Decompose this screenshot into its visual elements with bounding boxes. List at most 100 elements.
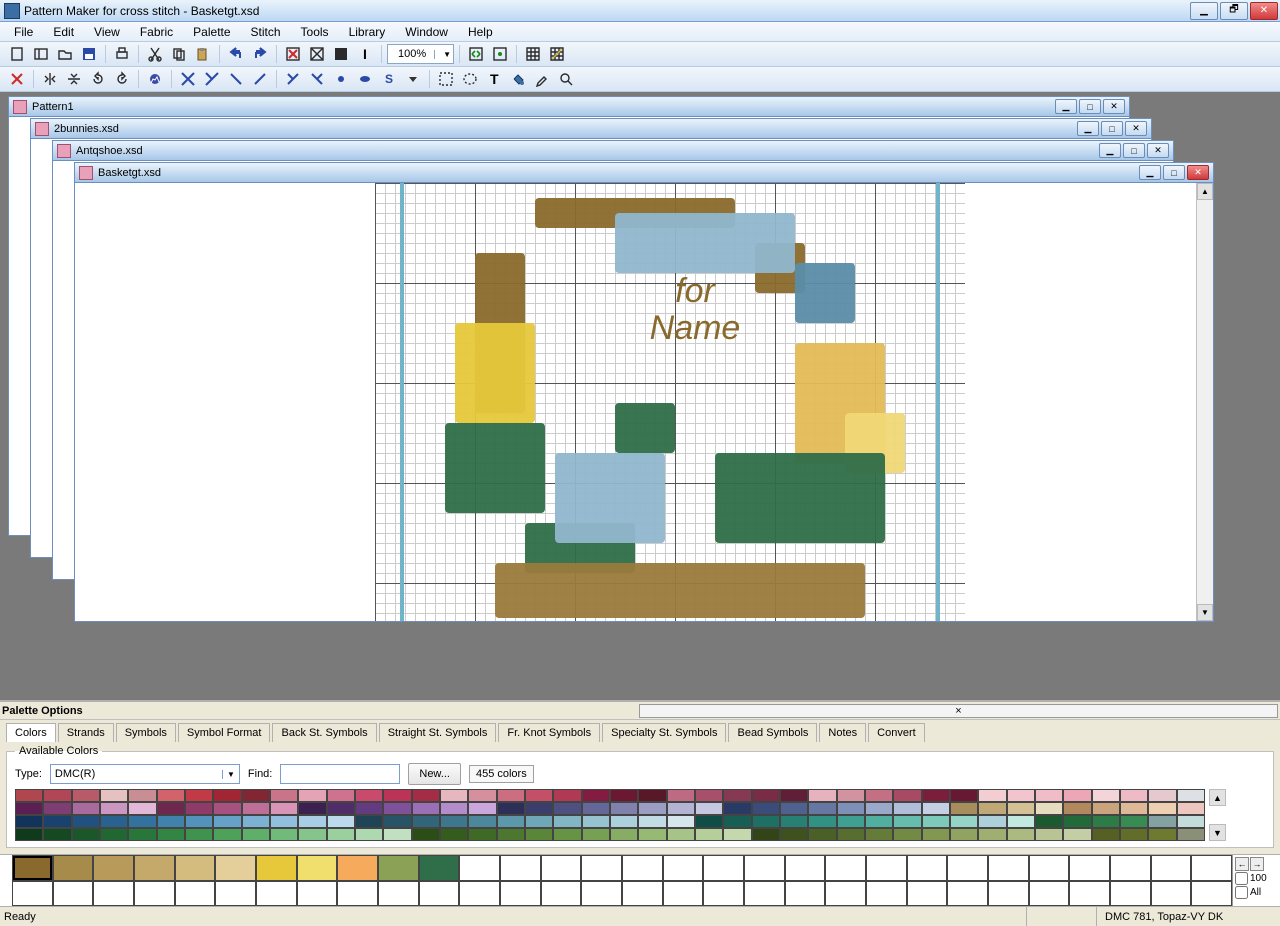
color-swatch[interactable] <box>72 815 100 828</box>
color-swatch[interactable] <box>723 828 751 841</box>
color-swatch[interactable] <box>1007 789 1035 802</box>
full-stitch-tool[interactable] <box>177 68 199 90</box>
flip-h-button[interactable] <box>39 68 61 90</box>
menu-palette[interactable]: Palette <box>183 23 240 41</box>
color-swatch[interactable] <box>440 815 468 828</box>
color-swatch[interactable] <box>128 828 156 841</box>
color-swatch[interactable] <box>667 828 695 841</box>
color-swatch[interactable] <box>468 815 496 828</box>
used-color-slot[interactable] <box>459 881 500 907</box>
color-swatch[interactable] <box>1148 828 1176 841</box>
open-button[interactable] <box>54 43 76 65</box>
rotate-ccw-button[interactable] <box>111 68 133 90</box>
mdi-maximize-button[interactable]: □ <box>1163 165 1185 180</box>
color-swatch[interactable] <box>638 802 666 815</box>
color-swatch[interactable] <box>1148 815 1176 828</box>
used-color-slot[interactable] <box>988 855 1029 881</box>
used-color-slot[interactable] <box>12 855 53 881</box>
tab-backst[interactable]: Back St. Symbols <box>272 723 376 742</box>
rulers-toggle-button[interactable] <box>546 43 568 65</box>
menu-stitch[interactable]: Stitch <box>241 23 291 41</box>
mdi-minimize-button[interactable]: ▁ <box>1055 99 1077 114</box>
color-swatch[interactable] <box>1063 815 1091 828</box>
color-swatch[interactable] <box>865 802 893 815</box>
color-swatch[interactable] <box>780 815 808 828</box>
used-color-slot[interactable] <box>1191 881 1232 907</box>
color-swatch[interactable] <box>1092 828 1120 841</box>
color-swatch[interactable] <box>412 815 440 828</box>
used-color-slot[interactable] <box>622 855 663 881</box>
color-swatch[interactable] <box>213 802 241 815</box>
palette-prev-button[interactable]: ← <box>1235 857 1249 871</box>
color-swatch[interactable] <box>270 828 298 841</box>
color-swatch[interactable] <box>72 789 100 802</box>
color-swatch[interactable] <box>157 802 185 815</box>
quarter-stitch-tool[interactable] <box>282 68 304 90</box>
color-swatch[interactable] <box>213 815 241 828</box>
color-swatch[interactable] <box>638 828 666 841</box>
find-input[interactable] <box>280 764 400 784</box>
zoom-tool[interactable] <box>555 68 577 90</box>
used-color-grid[interactable] <box>12 855 1232 906</box>
palette-all-check[interactable] <box>1235 886 1248 899</box>
used-color-slot[interactable] <box>500 855 541 881</box>
palette-next-button[interactable]: → <box>1250 857 1264 871</box>
color-swatch[interactable] <box>157 789 185 802</box>
color-swatch[interactable] <box>355 802 383 815</box>
color-swatch[interactable] <box>213 789 241 802</box>
color-swatch[interactable] <box>808 802 836 815</box>
color-swatch[interactable] <box>582 828 610 841</box>
color-swatch[interactable] <box>1177 815 1205 828</box>
color-swatch[interactable] <box>100 815 128 828</box>
used-color-slot[interactable] <box>703 855 744 881</box>
zoom-combo[interactable]: 100%▼ <box>387 44 454 64</box>
color-swatch[interactable] <box>525 815 553 828</box>
vertical-scrollbar[interactable]: ▲▼ <box>1196 183 1213 621</box>
color-swatch[interactable] <box>383 789 411 802</box>
menu-file[interactable]: File <box>4 23 43 41</box>
used-color-slot[interactable] <box>93 881 134 907</box>
color-swatch[interactable] <box>1148 802 1176 815</box>
color-swatch[interactable] <box>157 828 185 841</box>
color-swatch[interactable] <box>1035 789 1063 802</box>
color-swatch[interactable] <box>780 802 808 815</box>
color-swatch[interactable] <box>752 828 780 841</box>
color-swatch[interactable] <box>667 802 695 815</box>
effect-button[interactable] <box>144 68 166 90</box>
color-swatch[interactable] <box>327 828 355 841</box>
tab-frknot[interactable]: Fr. Knot Symbols <box>498 723 600 742</box>
color-swatch[interactable] <box>808 789 836 802</box>
color-swatch[interactable] <box>440 789 468 802</box>
color-swatch[interactable] <box>922 789 950 802</box>
tab-strands[interactable]: Strands <box>58 723 114 742</box>
used-color-slot[interactable] <box>1069 881 1110 907</box>
color-swatch[interactable] <box>582 815 610 828</box>
color-swatch[interactable] <box>185 802 213 815</box>
color-swatch[interactable] <box>468 828 496 841</box>
color-swatch[interactable] <box>723 802 751 815</box>
used-color-slot[interactable] <box>744 855 785 881</box>
color-swatch[interactable] <box>1120 789 1148 802</box>
color-swatch[interactable] <box>72 802 100 815</box>
select-rect-tool[interactable] <box>435 68 457 90</box>
color-swatch[interactable] <box>950 789 978 802</box>
tab-colors[interactable]: Colors <box>6 723 56 742</box>
mdi-minimize-button[interactable]: ▁ <box>1139 165 1161 180</box>
color-swatch[interactable] <box>440 802 468 815</box>
solid-view-button[interactable] <box>330 43 352 65</box>
used-color-slot[interactable] <box>988 881 1029 907</box>
tab-specialty[interactable]: Specialty St. Symbols <box>602 723 726 742</box>
tab-notes[interactable]: Notes <box>819 723 866 742</box>
fit-window-button[interactable] <box>465 43 487 65</box>
special-stitch-dropdown[interactable] <box>402 68 424 90</box>
color-swatch[interactable] <box>582 802 610 815</box>
used-color-slot[interactable] <box>337 855 378 881</box>
color-swatch[interactable] <box>355 789 383 802</box>
window-minimize-button[interactable]: ▁ <box>1190 2 1218 20</box>
color-swatch[interactable] <box>1177 828 1205 841</box>
color-swatch[interactable] <box>128 815 156 828</box>
color-swatch[interactable] <box>525 789 553 802</box>
color-swatch[interactable] <box>950 802 978 815</box>
mdi-minimize-button[interactable]: ▁ <box>1099 143 1121 158</box>
tab-symbols[interactable]: Symbols <box>116 723 176 742</box>
